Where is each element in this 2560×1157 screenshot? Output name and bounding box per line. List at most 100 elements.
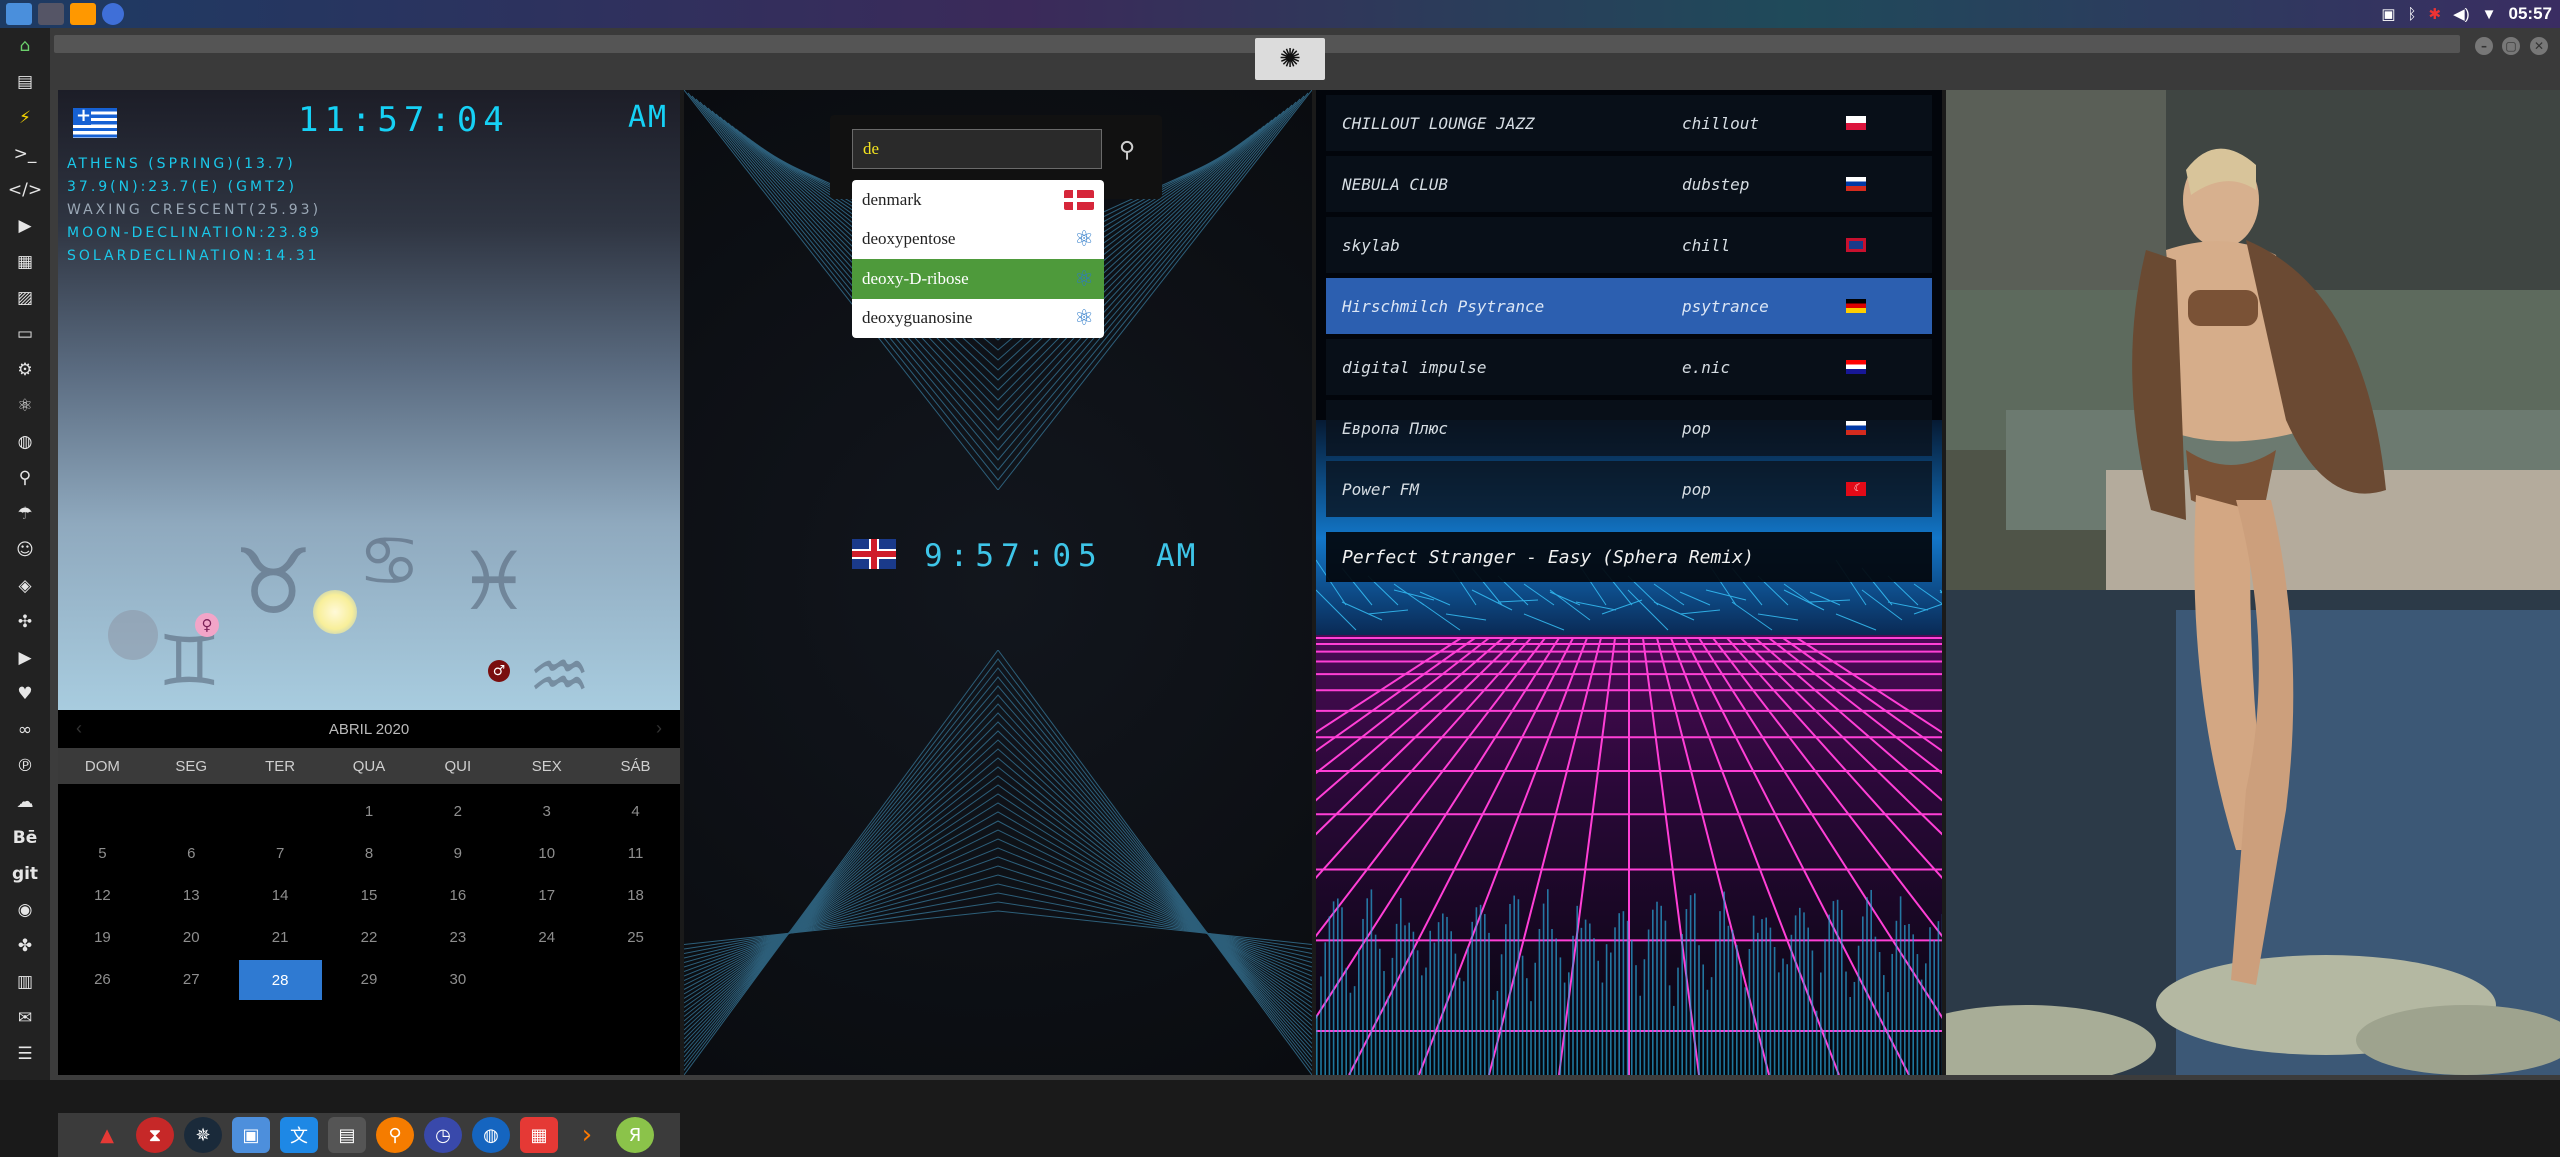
- calendar-day[interactable]: 7: [236, 832, 325, 874]
- calendar-day[interactable]: 25: [591, 916, 680, 958]
- suggestion-item[interactable]: denmark: [852, 180, 1104, 220]
- suggestion-item[interactable]: deoxyguanosine ⚛: [852, 299, 1104, 339]
- clock[interactable]: 05:57: [2509, 4, 2552, 24]
- map-icon[interactable]: ▥: [0, 964, 50, 1000]
- calendar-day[interactable]: 24: [502, 916, 591, 958]
- mail-icon[interactable]: ✉: [0, 1000, 50, 1036]
- calendar-day[interactable]: 6: [147, 832, 236, 874]
- prev-month-icon[interactable]: ‹: [76, 718, 82, 739]
- search-input[interactable]: [852, 129, 1102, 169]
- media-icon[interactable]: ▦: [0, 244, 50, 280]
- calendar-day[interactable]: 13: [147, 874, 236, 916]
- photos-icon[interactable]: ▣: [232, 1117, 270, 1153]
- screenshot-icon[interactable]: ▣: [2381, 5, 2395, 23]
- terminal-icon[interactable]: >_: [0, 136, 50, 172]
- station-row[interactable]: digital impulse e.nic: [1326, 339, 1932, 395]
- play-icon[interactable]: ▶: [0, 208, 50, 244]
- home-icon[interactable]: ⌂: [0, 28, 50, 64]
- search-icon[interactable]: ⚲: [0, 460, 50, 496]
- calendar-day[interactable]: 4: [591, 790, 680, 832]
- chromium-icon[interactable]: [102, 3, 124, 25]
- bluetooth-icon[interactable]: ᛒ: [2408, 6, 2417, 23]
- calendar-day[interactable]: 19: [58, 916, 147, 958]
- apps-icon[interactable]: ✤: [0, 928, 50, 964]
- calendar-day[interactable]: 23: [413, 916, 502, 958]
- code-icon[interactable]: </>: [0, 172, 50, 208]
- calendar-day[interactable]: 9: [413, 832, 502, 874]
- flash-icon[interactable]: ⚡: [0, 100, 50, 136]
- git-icon[interactable]: git: [0, 856, 50, 892]
- calendar-day[interactable]: 15: [325, 874, 414, 916]
- calendar-day[interactable]: 26: [58, 958, 147, 1000]
- wifi-icon[interactable]: ▼: [2482, 6, 2497, 23]
- calendar-day[interactable]: 21: [236, 916, 325, 958]
- calendar-day[interactable]: 14: [236, 874, 325, 916]
- suggestion-item-active[interactable]: deoxy-D-ribose ⚛: [852, 259, 1104, 299]
- calendar-day[interactable]: 1: [325, 790, 414, 832]
- translate-icon[interactable]: 文: [280, 1117, 318, 1153]
- calendar-day[interactable]: 16: [413, 874, 502, 916]
- minimize-icon[interactable]: –: [2475, 37, 2493, 55]
- sublime-icon[interactable]: [70, 3, 96, 25]
- station-row[interactable]: skylab chill: [1326, 217, 1932, 273]
- github-icon[interactable]: ◉: [0, 892, 50, 928]
- tag-icon[interactable]: ◈: [0, 568, 50, 604]
- calendar-day[interactable]: 30: [413, 958, 502, 1000]
- calendar-day[interactable]: 3: [502, 790, 591, 832]
- station-row[interactable]: Европа Плюс pop: [1326, 400, 1932, 456]
- calendar-day[interactable]: 8: [325, 832, 414, 874]
- clock-app-icon[interactable]: ◷: [424, 1117, 462, 1153]
- calendar-day-today[interactable]: 28: [239, 960, 322, 1000]
- heart-icon[interactable]: ♥: [0, 676, 50, 712]
- calendar-day[interactable]: 10: [502, 832, 591, 874]
- calendar-day[interactable]: 5: [58, 832, 147, 874]
- calendar-day[interactable]: 20: [147, 916, 236, 958]
- globe-icon[interactable]: ◍: [0, 424, 50, 460]
- station-row[interactable]: NEBULA CLUB dubstep: [1326, 156, 1932, 212]
- maximize-icon[interactable]: ▢: [2502, 37, 2520, 55]
- web-icon[interactable]: ◍: [472, 1117, 510, 1153]
- rebel-alliance-icon[interactable]: ✺: [1255, 38, 1325, 80]
- launcher-icon[interactable]: ▲: [88, 1117, 126, 1153]
- calendar-day[interactable]: 27: [147, 958, 236, 1000]
- next-icon[interactable]: ›: [568, 1117, 606, 1153]
- umbrella-icon[interactable]: ☂: [0, 496, 50, 532]
- youtube-icon[interactable]: ▶: [0, 640, 50, 676]
- station-row-active[interactable]: Hirschmilch Psytrance psytrance: [1326, 278, 1932, 334]
- calendar-day[interactable]: 12: [58, 874, 147, 916]
- behance-icon[interactable]: Bē: [0, 820, 50, 856]
- station-row[interactable]: Power FM pop ☾: [1326, 461, 1932, 517]
- image-icon[interactable]: ▨: [0, 280, 50, 316]
- document-icon[interactable]: ▤: [0, 64, 50, 100]
- calendar-day[interactable]: 22: [325, 916, 414, 958]
- contact-icon[interactable]: ☺: [0, 532, 50, 568]
- pinterest-icon[interactable]: ℗: [0, 748, 50, 784]
- suggestion-item[interactable]: deoxypentose ⚛: [852, 220, 1104, 260]
- next-month-icon[interactable]: ›: [656, 718, 662, 739]
- settings-icon[interactable]: ⚙: [0, 352, 50, 388]
- cloud-icon[interactable]: ☁: [0, 784, 50, 820]
- calendar-day[interactable]: 11: [591, 832, 680, 874]
- files-icon[interactable]: [6, 3, 32, 25]
- list-icon[interactable]: ☰: [0, 1036, 50, 1072]
- calendar-day[interactable]: 17: [502, 874, 591, 916]
- space-icon[interactable]: ✵: [184, 1117, 222, 1153]
- network-icon[interactable]: ✣: [0, 604, 50, 640]
- station-row[interactable]: CHILLOUT LOUNGE JAZZ chillout: [1326, 95, 1932, 151]
- app-icon[interactable]: [38, 3, 64, 25]
- news-icon[interactable]: ▭: [0, 316, 50, 352]
- calendar-day[interactable]: 2: [413, 790, 502, 832]
- magnifier-icon[interactable]: ⚲: [376, 1117, 414, 1153]
- title-bar[interactable]: ✺ – ▢ ✕: [50, 28, 2560, 90]
- search-icon[interactable]: ⚲: [1110, 133, 1144, 167]
- hourglass-icon[interactable]: ⧗: [136, 1117, 174, 1153]
- yandex-icon[interactable]: Я: [616, 1117, 654, 1153]
- calendar-day[interactable]: 18: [591, 874, 680, 916]
- news-reader-icon[interactable]: ▤: [328, 1117, 366, 1153]
- atom-icon[interactable]: ⚛: [0, 388, 50, 424]
- update-icon[interactable]: ✱: [2429, 5, 2442, 23]
- volume-icon[interactable]: ◀): [2453, 5, 2470, 23]
- infinity-icon[interactable]: ∞: [0, 712, 50, 748]
- calendar-app-icon[interactable]: ▦: [520, 1117, 558, 1153]
- calendar-day[interactable]: 29: [325, 958, 414, 1000]
